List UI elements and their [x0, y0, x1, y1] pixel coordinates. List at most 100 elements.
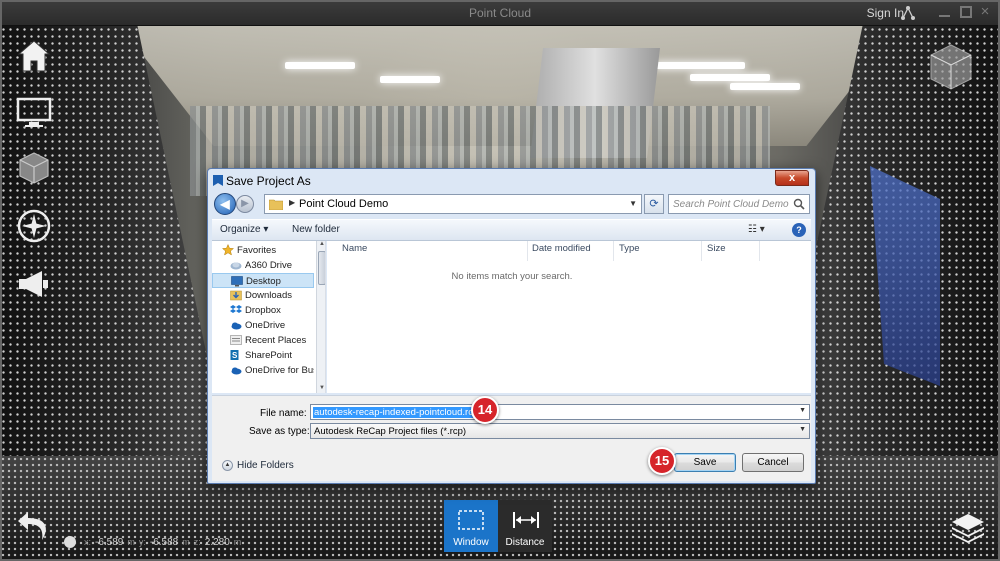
nav-item-desktop[interactable]: Desktop: [212, 273, 314, 288]
x-label: x:: [84, 537, 92, 547]
cube-icon[interactable]: [16, 150, 52, 186]
ceiling-light: [285, 62, 355, 69]
star-icon: [222, 244, 234, 256]
svg-text:S: S: [232, 351, 238, 360]
cancel-button[interactable]: Cancel: [742, 453, 804, 472]
step-badge-15: 15: [648, 447, 676, 475]
help-icon[interactable]: ?: [792, 223, 806, 237]
window-tool-button[interactable]: Window: [444, 500, 498, 552]
sharepoint-icon: S: [230, 350, 239, 360]
minimize-button[interactable]: [938, 5, 952, 19]
z-unit: m: [233, 537, 242, 547]
y-label: y:: [138, 537, 146, 547]
share-icon[interactable]: [900, 5, 916, 21]
save-options-area: File name: autodesk-recap-indexed-pointc…: [212, 395, 811, 481]
address-dropdown-icon[interactable]: ▼: [629, 199, 637, 208]
compass-icon[interactable]: [16, 208, 52, 244]
dropbox-icon: [230, 305, 242, 313]
coordinate-readout: x: -6.589 m y: -6.588 m z: 2.280 m: [64, 536, 241, 548]
onedrive-icon: [231, 322, 242, 330]
command-bar: Organize ▾ New folder ☷ ▾ ?: [212, 219, 811, 241]
file-list-pane[interactable]: Name Date modified Type Size No items ma…: [327, 241, 811, 393]
forward-button[interactable]: ▶: [236, 195, 254, 213]
nav-item-downloads[interactable]: Downloads: [212, 288, 314, 303]
downloads-folder-icon: [230, 290, 242, 301]
nav-item-recent-places[interactable]: Recent Places: [212, 333, 314, 348]
recent-places-icon: [230, 335, 242, 345]
home-icon[interactable]: [16, 38, 52, 74]
distance-measure-icon: [513, 512, 539, 528]
breadcrumb-current-folder[interactable]: Point Cloud Demo: [299, 198, 388, 210]
scroll-down-icon[interactable]: ▼: [318, 385, 325, 393]
dialog-close-button[interactable]: x: [775, 170, 809, 186]
save-button[interactable]: Save: [674, 453, 736, 472]
file-name-field[interactable]: autodesk-recap-indexed-pointcloud.rcp ▼: [310, 404, 810, 420]
file-name-label: File name:: [260, 408, 307, 419]
y-unit: m: [182, 537, 190, 547]
nav-item-label: A360 Drive: [245, 260, 292, 271]
maximize-button[interactable]: [960, 6, 972, 18]
monitor-icon[interactable]: [16, 94, 52, 130]
z-label: z:: [193, 537, 201, 547]
nav-item-label: Dropbox: [245, 305, 281, 316]
ceiling-light: [690, 74, 770, 81]
nav-item-onedrive-business[interactable]: OneDrive for Bus: [212, 363, 314, 378]
new-folder-button[interactable]: New folder: [292, 224, 340, 235]
address-bar[interactable]: ▶ Point Cloud Demo ▼: [264, 194, 642, 214]
nav-item-sharepoint[interactable]: S SharePoint: [212, 348, 314, 363]
column-separator[interactable]: [759, 241, 760, 261]
column-header-size[interactable]: Size: [707, 243, 725, 254]
column-header-type[interactable]: Type: [619, 243, 640, 254]
megaphone-icon[interactable]: [16, 266, 52, 302]
column-header-name[interactable]: Name: [342, 243, 367, 254]
organize-menu-button[interactable]: Organize ▾: [220, 224, 268, 235]
save-type-dropdown-icon[interactable]: ▼: [799, 426, 806, 433]
scrollbar-thumb[interactable]: [318, 251, 325, 285]
column-separator[interactable]: [527, 241, 528, 261]
ceiling-light: [730, 83, 800, 90]
save-project-dialog: Save Project As x ◀ ▶ ▶ Point Cloud Demo…: [207, 168, 816, 484]
save-type-select[interactable]: Autodesk ReCap Project files (*.rcp) ▼: [310, 423, 810, 439]
app-title: Point Cloud: [468, 6, 532, 20]
folder-icon: [269, 199, 283, 210]
nav-item-favorites[interactable]: Favorites: [212, 243, 314, 258]
coordinate-icon: [64, 536, 76, 548]
nav-item-onedrive[interactable]: OneDrive: [212, 318, 314, 333]
undo-icon[interactable]: [14, 508, 54, 544]
back-button[interactable]: ◀: [214, 193, 236, 215]
layers-icon[interactable]: [950, 510, 986, 544]
distance-tool-button[interactable]: Distance: [498, 500, 552, 552]
navigation-pane: Favorites A360 Drive Desktop Downloads D…: [212, 241, 326, 393]
search-box[interactable]: [668, 194, 810, 214]
nav-item-label: Favorites: [237, 245, 277, 256]
navigation-scrollbar[interactable]: ▲ ▼: [316, 241, 325, 393]
search-input[interactable]: [673, 195, 793, 213]
measure-toolbar: Window Distance: [444, 500, 552, 552]
column-separator[interactable]: [701, 241, 702, 261]
nav-item-label: OneDrive: [245, 320, 286, 331]
viewcube-icon[interactable]: [928, 42, 974, 92]
minimize-icon: [939, 15, 950, 17]
onedrive-business-icon: [231, 367, 242, 375]
x-value: -6.589: [95, 536, 124, 548]
ceiling-light: [655, 62, 745, 69]
window-select-icon: [458, 510, 484, 530]
refresh-button[interactable]: ⟳: [644, 194, 664, 214]
dialog-title: Save Project As: [226, 174, 311, 188]
scroll-up-icon[interactable]: ▲: [318, 241, 325, 249]
nav-item-a360-drive[interactable]: A360 Drive: [212, 258, 314, 273]
cloud-drive-icon: [230, 262, 242, 270]
view-options-icon[interactable]: ☷ ▾: [748, 224, 765, 235]
hide-folders-button[interactable]: ▲ Hide Folders: [222, 460, 294, 471]
nav-item-label: Recent Places: [245, 335, 307, 346]
nav-item-label: SharePoint: [245, 350, 293, 361]
file-name-dropdown-icon[interactable]: ▼: [799, 407, 806, 414]
file-name-value[interactable]: autodesk-recap-indexed-pointcloud.rcp: [313, 407, 480, 418]
sign-in-link[interactable]: Sign In: [867, 6, 904, 20]
close-icon[interactable]: ×: [978, 4, 992, 19]
column-separator[interactable]: [613, 241, 614, 261]
column-header-date-modified[interactable]: Date modified: [532, 243, 591, 254]
hide-folders-label: Hide Folders: [237, 460, 294, 471]
nav-item-dropbox[interactable]: Dropbox: [212, 303, 314, 318]
search-icon: [793, 198, 805, 210]
